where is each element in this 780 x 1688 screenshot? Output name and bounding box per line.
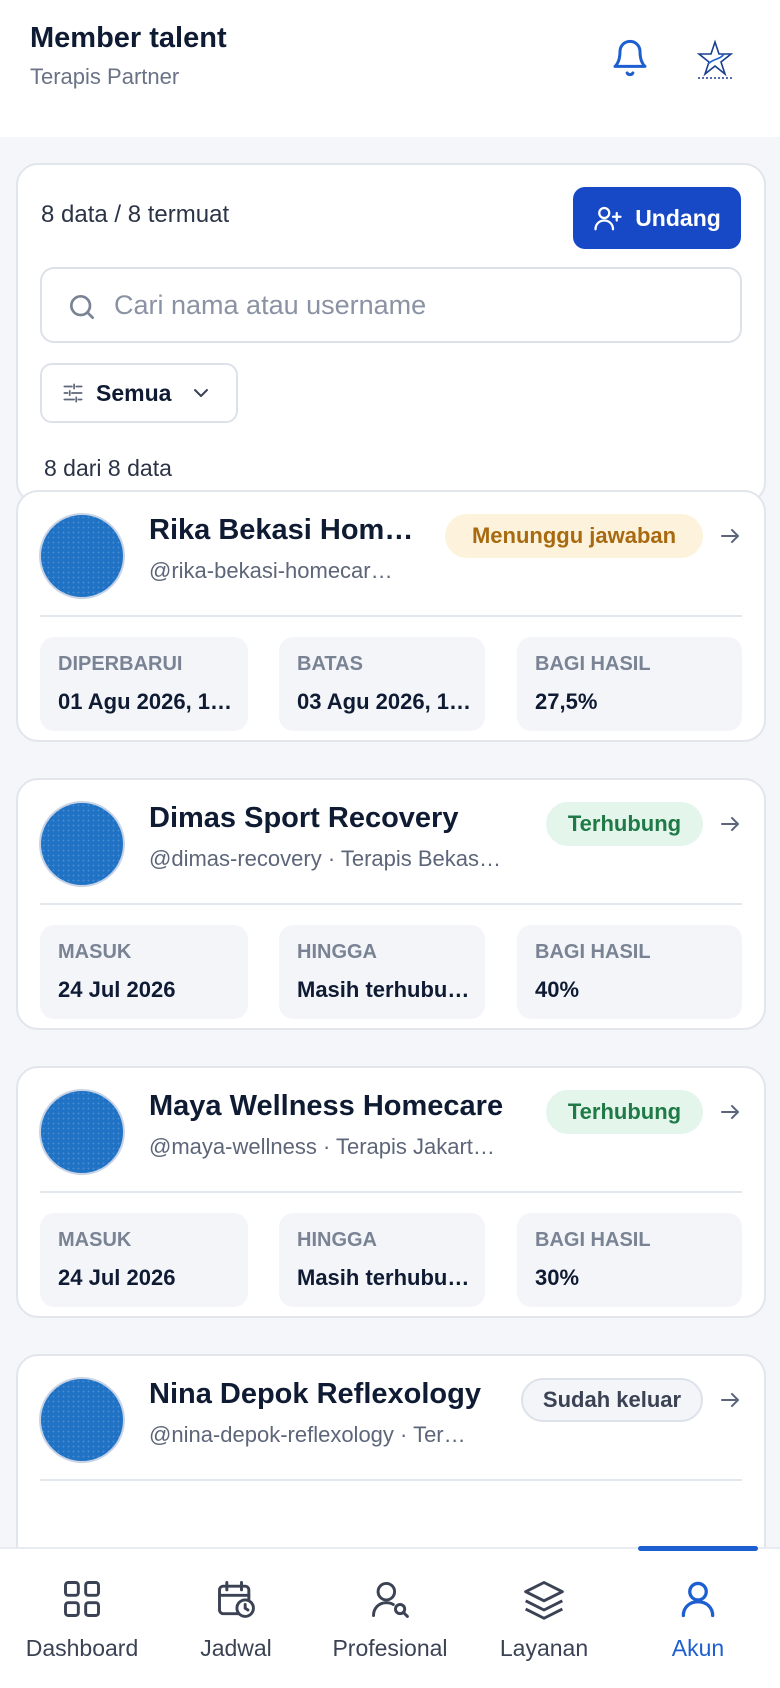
- member-card[interactable]: Nina Depok Reflexology @nina-depok-refle…: [16, 1354, 766, 1547]
- user-search-icon: [372, 1581, 409, 1618]
- stat-value: 03 Agu 2026, 10…: [297, 689, 475, 714]
- sliders-icon: [63, 383, 83, 403]
- stat-label: BATAS: [297, 653, 363, 675]
- stat-value: Masih terhubu…: [297, 977, 470, 1002]
- avatar: [39, 1377, 125, 1463]
- arrow-right-icon[interactable]: [718, 812, 742, 836]
- user-icon: [681, 1581, 715, 1618]
- stat-revenue-share: BAGI HASIL 40%: [517, 925, 742, 1019]
- divider: [40, 615, 742, 617]
- nav-schedule[interactable]: Jadwal: [164, 1549, 308, 1688]
- stat-label: MASUK: [58, 941, 132, 963]
- stat-label: BAGI HASIL: [535, 1229, 651, 1251]
- arrow-right-icon[interactable]: [718, 1100, 742, 1124]
- avatar: [39, 513, 125, 599]
- stat-value: 01 Agu 2026, 10…: [58, 689, 238, 714]
- stat-label: BAGI HASIL: [535, 653, 651, 675]
- stat-label: BAGI HASIL: [535, 941, 651, 963]
- loaded-count: 8 data / 8 termuat: [41, 201, 230, 228]
- filter-label: Semua: [96, 379, 172, 406]
- stat-deadline: BATAS 03 Agu 2026, 10…: [279, 637, 485, 731]
- dashboard-icon: [64, 1581, 100, 1617]
- nav-label: Profesional: [332, 1635, 448, 1661]
- arrow-right-icon[interactable]: [718, 524, 742, 548]
- stat-value: Masih terhubu…: [297, 1265, 470, 1290]
- member-toolbar-card: 8 data / 8 termuat Undang Semua 8 dari 8…: [16, 163, 766, 504]
- stat-value: 24 Jul 2026: [58, 977, 176, 1002]
- stat-revenue-share: BAGI HASIL 27,5%: [517, 637, 742, 731]
- status-filter-dropdown[interactable]: Semua: [40, 363, 238, 423]
- layers-icon: [524, 1581, 564, 1620]
- main-content: 8 data / 8 termuat Undang Semua 8 dari 8…: [0, 137, 780, 1547]
- result-count: 8 dari 8 data: [44, 455, 172, 481]
- user-plus-icon: [594, 206, 622, 231]
- search-box[interactable]: [40, 267, 742, 343]
- member-name: Maya Wellness Homecare: [149, 1090, 504, 1122]
- member-card[interactable]: Maya Wellness Homecare @maya-wellness · …: [16, 1066, 766, 1318]
- nav-dashboard[interactable]: Dashboard: [0, 1549, 164, 1688]
- status-badge: Terhubung: [546, 802, 703, 846]
- bottom-navigation: Dashboard Jadwal Profesional Layanan Aku…: [0, 1546, 780, 1688]
- search-icon: [70, 295, 94, 319]
- stat-value: 27,5%: [535, 689, 598, 714]
- member-handle: @dimas-recovery · Terapis Bekas…: [149, 846, 502, 871]
- search-input[interactable]: [114, 269, 724, 341]
- stat-label: HINGGA: [297, 941, 377, 963]
- page-subtitle: Terapis Partner: [30, 64, 180, 89]
- chevron-down-icon: [194, 389, 209, 397]
- stat-joined: MASUK 24 Jul 2026: [40, 925, 248, 1019]
- nav-label: Akun: [671, 1635, 725, 1661]
- member-name: Dimas Sport Recovery: [149, 802, 459, 834]
- stat-label: HINGGA: [297, 1229, 377, 1251]
- stat-value: 30%: [535, 1265, 580, 1290]
- member-card[interactable]: Rika Bekasi Home… @rika-bekasi-homecar… …: [16, 490, 766, 742]
- stat-until: HINGGA Masih terhubu…: [279, 1213, 485, 1307]
- member-name: Rika Bekasi Home…: [149, 514, 419, 546]
- divider: [40, 1479, 742, 1481]
- member-handle: @maya-wellness · Terapis Jakart…: [149, 1134, 495, 1159]
- divider: [40, 903, 742, 905]
- stat-revenue-share: BAGI HASIL 30%: [517, 1213, 742, 1307]
- arrow-right-icon[interactable]: [718, 1388, 742, 1412]
- brand-logo[interactable]: [690, 36, 740, 86]
- stat-value: 40%: [535, 977, 580, 1002]
- stat-label: MASUK: [58, 1229, 132, 1251]
- member-name: Nina Depok Reflexology: [149, 1378, 481, 1410]
- nav-label: Layanan: [499, 1635, 589, 1661]
- stat-updated: DIPERBARUI 01 Agu 2026, 10…: [40, 637, 248, 731]
- nav-professional[interactable]: Profesional: [308, 1549, 472, 1688]
- nav-account[interactable]: Akun: [636, 1549, 760, 1688]
- stat-until: HINGGA Masih terhubu…: [279, 925, 485, 1019]
- nav-label: Dashboard: [25, 1635, 139, 1661]
- member-handle: @nina-depok-reflexology · Ter…: [149, 1422, 466, 1447]
- stat-value: 24 Jul 2026: [58, 1265, 176, 1290]
- nav-services[interactable]: Layanan: [472, 1549, 616, 1688]
- bell-icon[interactable]: [610, 38, 650, 78]
- invite-button[interactable]: Undang: [573, 187, 741, 249]
- avatar: [39, 801, 125, 887]
- status-badge: Sudah keluar: [521, 1378, 703, 1422]
- calendar-icon: [218, 1581, 255, 1618]
- status-badge: Terhubung: [546, 1090, 703, 1134]
- divider: [40, 1191, 742, 1193]
- nav-label: Jadwal: [200, 1635, 272, 1661]
- stat-joined: MASUK 24 Jul 2026: [40, 1213, 248, 1307]
- page-title: Member talent: [30, 22, 227, 54]
- status-badge: Menunggu jawaban: [445, 514, 703, 558]
- member-handle: @rika-bekasi-homecar…: [149, 558, 393, 583]
- avatar: [39, 1089, 125, 1175]
- member-card[interactable]: Dimas Sport Recovery @dimas-recovery · T…: [16, 778, 766, 1030]
- app-header: Member talent Terapis Partner: [0, 0, 780, 137]
- invite-button-label: Undang: [635, 204, 721, 231]
- stat-label: DIPERBARUI: [58, 653, 183, 675]
